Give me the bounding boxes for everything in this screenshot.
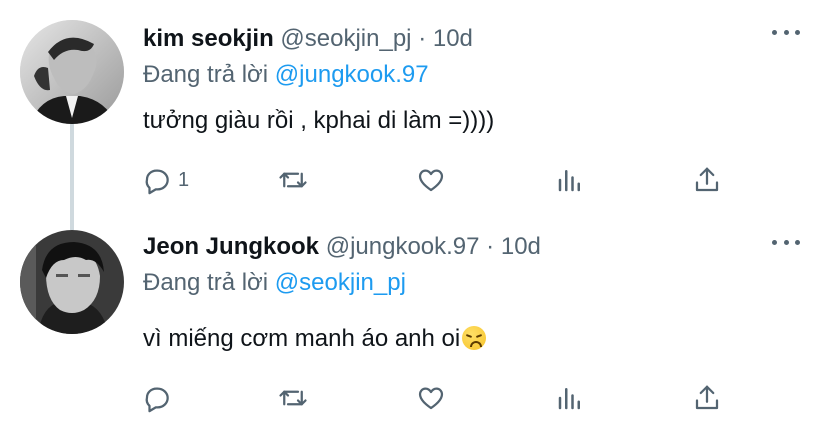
timestamp[interactable]: 10d bbox=[433, 25, 473, 52]
stats-icon bbox=[558, 388, 580, 410]
reply-count: 1 bbox=[178, 168, 190, 191]
retweet-icon bbox=[279, 390, 307, 406]
replying-to: Đang trả lời @seokjin_pj bbox=[143, 268, 406, 298]
share-button[interactable] bbox=[692, 160, 722, 200]
like-icon bbox=[418, 387, 444, 410]
retweet-icon bbox=[279, 172, 307, 188]
tweet-text: vì miếng cơm manh áo anh oi bbox=[143, 325, 461, 352]
view-stats-button[interactable] bbox=[555, 378, 585, 418]
more-icon[interactable] bbox=[772, 26, 800, 38]
more-icon[interactable] bbox=[772, 236, 800, 248]
stats-icon bbox=[558, 170, 580, 192]
tweet-text: tưởng giàu rồi , kphai di làm =)))) bbox=[143, 107, 495, 134]
tweet-jungkook[interactable]: Jeon Jungkook @jungkook.97 · 10d Đang tr… bbox=[0, 230, 828, 430]
tweet-text-line: vì miếng cơm manh áo anh oi bbox=[143, 324, 487, 354]
avatar[interactable] bbox=[20, 230, 124, 334]
tweet-header: Jeon Jungkook @jungkook.97 · 10d bbox=[143, 232, 541, 262]
user-handle[interactable]: @jungkook.97 bbox=[326, 233, 480, 260]
timestamp[interactable]: 10d bbox=[501, 233, 541, 260]
share-icon bbox=[695, 167, 719, 192]
avatar[interactable] bbox=[20, 20, 124, 124]
tweet-seokjin[interactable]: kim seokjin @seokjin_pj · 10d Đang trả l… bbox=[0, 20, 828, 220]
retweet-button[interactable] bbox=[278, 378, 308, 418]
user-handle[interactable]: @seokjin_pj bbox=[280, 25, 411, 52]
reply-button[interactable] bbox=[142, 378, 178, 418]
share-button[interactable] bbox=[692, 378, 722, 418]
action-bar bbox=[0, 378, 828, 418]
replying-to: Đang trả lời @jungkook.97 bbox=[143, 60, 429, 90]
replying-to-label: Đang trả lời bbox=[143, 269, 269, 296]
like-button[interactable] bbox=[416, 160, 446, 200]
display-name[interactable]: Jeon Jungkook bbox=[143, 233, 319, 260]
separator-dot: · bbox=[486, 233, 495, 260]
like-icon bbox=[418, 169, 444, 192]
share-icon bbox=[695, 385, 719, 410]
replying-to-label: Đang trả lời bbox=[143, 61, 269, 88]
separator-dot: · bbox=[418, 25, 427, 52]
tweet-header: kim seokjin @seokjin_pj · 10d bbox=[143, 24, 473, 54]
display-name[interactable]: kim seokjin bbox=[143, 25, 274, 52]
reply-icon bbox=[145, 387, 169, 413]
reply-icon bbox=[145, 169, 169, 195]
mention-link[interactable]: @jungkook.97 bbox=[275, 61, 429, 88]
mention-link[interactable]: @seokjin_pj bbox=[275, 269, 406, 296]
retweet-button[interactable] bbox=[278, 160, 308, 200]
view-stats-button[interactable] bbox=[555, 160, 585, 200]
disappointed-face-icon bbox=[462, 326, 487, 350]
like-button[interactable] bbox=[416, 378, 446, 418]
reply-button[interactable]: 1 bbox=[142, 160, 189, 200]
action-bar: 1 bbox=[0, 160, 828, 200]
